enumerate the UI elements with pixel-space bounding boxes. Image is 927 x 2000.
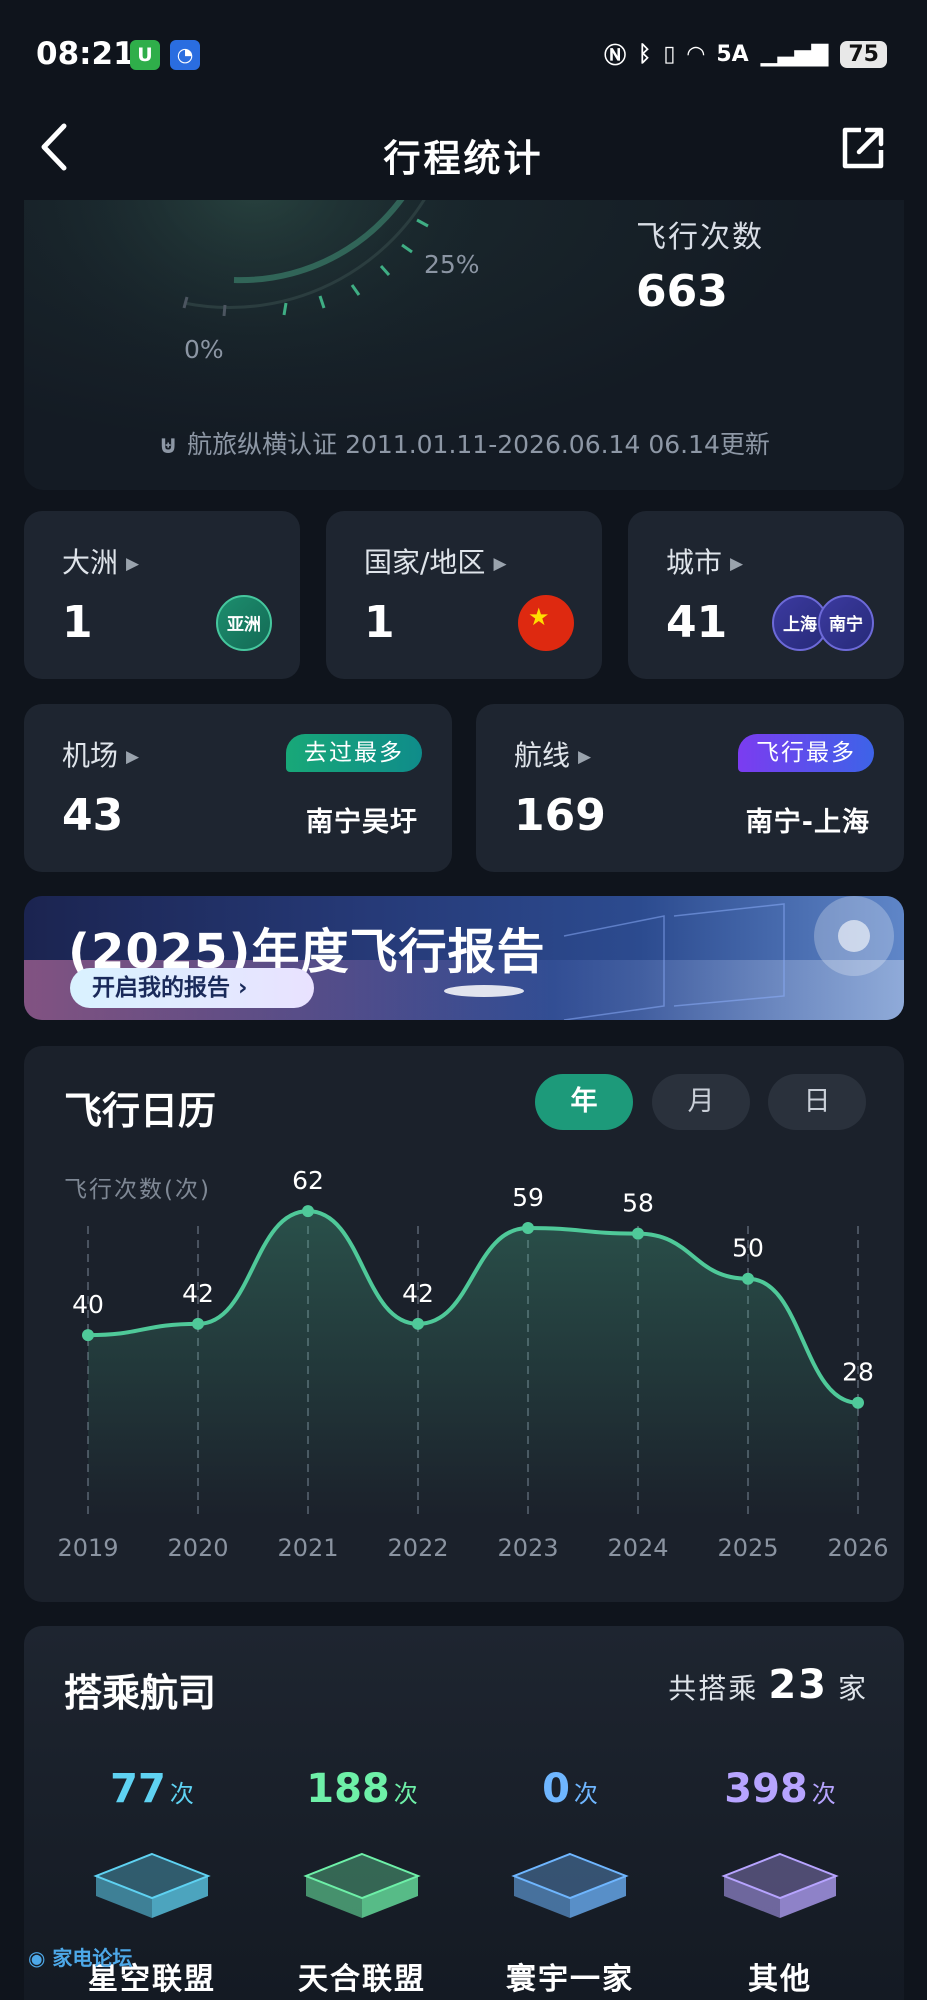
summary-panel: 25% 0% 飞行次数 663 ⊎ 航旅纵横认证 2011.01.11-2026… — [24, 200, 904, 490]
data-point[interactable] — [302, 1205, 314, 1218]
alliance-item[interactable]: 398 次 其他 — [690, 1766, 870, 2000]
network-label: 5A — [716, 41, 749, 67]
route-card[interactable]: 航线 ▶ 169 飞行最多 南宁-上海 — [476, 704, 904, 872]
x-tick-label: 2022 — [387, 1534, 448, 1562]
x-tick-label: 2023 — [497, 1534, 558, 1562]
data-label: 50 — [732, 1234, 764, 1263]
flights-count-label: 飞行次数 — [636, 220, 764, 255]
airport-most-visited-tag: 去过最多 — [286, 734, 422, 772]
app-notification-icon: U — [130, 40, 160, 70]
arrow-right-icon: ▶ — [730, 554, 744, 574]
open-report-button[interactable]: 开启我的报告 › — [70, 968, 314, 1008]
annual-report-banner[interactable]: (2025)年度飞行报告 开启我的报告 › — [24, 896, 904, 1020]
watermark-logo: ◉ 家电论坛 — [28, 1946, 133, 1970]
route-label: 航线 ▶ — [514, 739, 592, 772]
gauge-label-25: 25% — [424, 250, 480, 279]
country-label: 国家/地区 ▶ — [364, 546, 507, 579]
continent-label: 大洲 ▶ — [62, 546, 140, 579]
airport-value: 43 — [62, 790, 124, 841]
city-label: 城市 ▶ — [666, 546, 744, 579]
flight-line-chart: 40 2019 42 2020 62 2021 42 2022 59 2023 58 2024 50 20… — [57, 1166, 888, 1562]
city-value: 41 — [666, 597, 728, 648]
alliance-count: 77 次 — [110, 1766, 194, 1812]
airlines-total: 共搭乘 23 家 — [668, 1662, 868, 1708]
data-label: 42 — [402, 1279, 434, 1308]
x-tick-label: 2026 — [827, 1534, 888, 1562]
airlines-total-value: 23 — [768, 1662, 828, 1708]
app-header: 行程统计 — [0, 110, 927, 200]
airlines-title: 搭乘航司 — [64, 1671, 217, 1715]
battery-icon: 75 — [840, 40, 887, 68]
vibrate-icon: ▯ — [663, 41, 676, 67]
status-time: 08:21 — [36, 36, 135, 72]
chevron-right-icon: › — [238, 975, 248, 1001]
data-label: 40 — [72, 1290, 104, 1319]
gauge-label-0: 0% — [184, 335, 224, 364]
arrow-right-icon: ▶ — [126, 747, 140, 767]
china-flag-icon: ★ — [518, 595, 574, 651]
arrow-right-icon: ▶ — [126, 554, 140, 574]
bluetooth-icon: ᛒ — [638, 41, 652, 67]
data-point[interactable] — [412, 1317, 424, 1330]
alliance-box-icon — [303, 1852, 421, 1918]
page-title: 行程统计 — [383, 137, 544, 180]
share-icon — [842, 127, 884, 169]
alliance-count: 188 次 — [306, 1766, 418, 1812]
arrow-right-icon: ▶ — [493, 554, 507, 574]
alliance-item[interactable]: 188 次 天合联盟 — [272, 1766, 452, 2000]
data-label: 42 — [182, 1279, 214, 1308]
data-label: 59 — [512, 1183, 544, 1212]
country-card[interactable]: 国家/地区 ▶ 1 ★ — [326, 511, 602, 679]
flights-count-value: 663 — [636, 266, 728, 317]
bulb-notification-icon: ◔ — [170, 40, 200, 70]
arrow-right-icon: ▶ — [578, 747, 592, 767]
data-point[interactable] — [852, 1396, 864, 1409]
signal-icon: ▁▃▅▇ — [760, 41, 829, 67]
route-most-flown-tag: 飞行最多 — [738, 734, 874, 772]
continent-card[interactable]: 大洲 ▶ 1 亚洲 — [24, 511, 300, 679]
alliance-box-icon — [93, 1852, 211, 1918]
continent-badge: 亚洲 — [216, 595, 272, 651]
alliance-name: 天合联盟 — [298, 1962, 426, 1997]
city-badge-nanning: 南宁 — [818, 595, 874, 651]
data-point[interactable] — [632, 1227, 644, 1240]
alliance-count: 398 次 — [724, 1766, 836, 1812]
airlines-card: 搭乘航司 共搭乘23家 77次 星空联盟 188次 天合联盟 0次 寰宇 — [24, 1626, 904, 2000]
alliance-name: 其他 — [748, 1962, 812, 1997]
airport-name: 南宁吴圩 — [306, 807, 418, 838]
share-button[interactable] — [839, 124, 887, 172]
certification-text: ⊎ 航旅纵横认证 2011.01.11-2026.06.14 06.14更新 — [158, 430, 770, 459]
data-point[interactable] — [192, 1317, 204, 1330]
flight-calendar-card: 飞行日历 年 月 日 飞行次数(次) 40 2019 42 2020 62 2021 42 2… — [24, 1046, 904, 1602]
data-label: 62 — [292, 1166, 324, 1195]
data-label: 58 — [622, 1189, 654, 1218]
alliance-name: 寰宇一家 — [506, 1962, 634, 1997]
x-tick-label: 2021 — [277, 1534, 338, 1562]
city-card[interactable]: 城市 ▶ 41 上海 南宁 — [628, 511, 904, 679]
continent-value: 1 — [62, 597, 93, 648]
alliance-box-icon — [511, 1852, 629, 1918]
data-point[interactable] — [522, 1222, 534, 1234]
data-point[interactable] — [82, 1329, 94, 1342]
data-point[interactable] — [742, 1272, 754, 1285]
wifi-icon: ◠ — [687, 41, 705, 67]
status-bar: 08:21 U ◔ Ⓝ ᛒ ▯ ◠ 5A ▁▃▅▇ 75 — [0, 0, 927, 110]
status-icons: Ⓝ ᛒ ▯ ◠ 5A ▁▃▅▇ 75 — [604, 38, 887, 70]
x-tick-label: 2019 — [57, 1534, 118, 1562]
alliance-count: 0次 — [542, 1766, 598, 1812]
alliance-box-icon — [721, 1852, 839, 1918]
airport-card[interactable]: 机场 ▶ 43 去过最多 南宁吴圩 — [24, 704, 452, 872]
airport-label: 机场 ▶ — [62, 739, 140, 772]
x-tick-label: 2025 — [717, 1534, 778, 1562]
alliance-item[interactable]: 0次 寰宇一家 — [480, 1766, 660, 2000]
nfc-icon: Ⓝ — [604, 44, 627, 69]
route-name: 南宁-上海 — [745, 807, 870, 838]
x-tick-label: 2024 — [607, 1534, 668, 1562]
data-label: 28 — [842, 1358, 874, 1387]
route-value: 169 — [514, 790, 606, 841]
logo-icon: ⊎ — [158, 430, 188, 459]
country-value: 1 — [364, 597, 395, 648]
x-tick-label: 2020 — [167, 1534, 228, 1562]
